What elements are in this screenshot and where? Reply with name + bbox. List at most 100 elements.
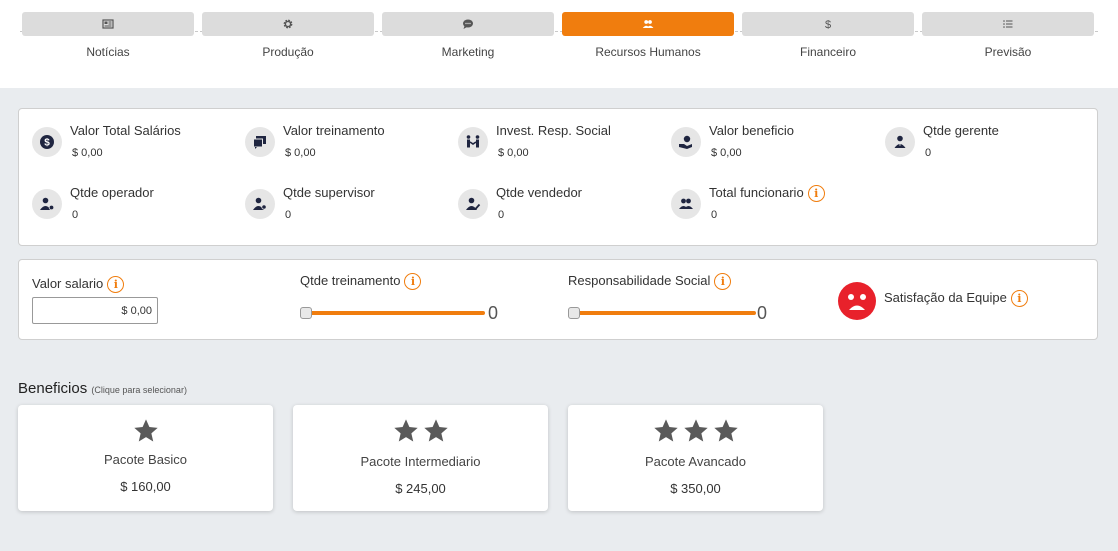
star-icon [653,419,678,442]
hr-controls-card: Valor salarioi Qtde treinamentoi 0 Respo… [18,259,1098,340]
stat-value: 0 [498,209,505,221]
tab-label: Recursos Humanos [595,45,701,59]
tab-noticias[interactable]: Notícias [22,12,194,72]
svg-text:$: $ [44,138,50,149]
package-price: $ 350,00 [670,481,721,496]
star-rating [18,417,273,445]
stat-title: Qtde supervisor [283,185,375,200]
svg-text:$: $ [825,19,831,30]
stat-title: Qtde vendedor [496,185,583,200]
stat-value: $ 0,00 [711,147,742,159]
stat-value: 0 [285,209,292,221]
info-icon[interactable]: i [404,273,422,291]
stat-title: Qtde gerente [923,123,999,138]
seller-icon [458,189,488,219]
stat-value: $ 0,00 [498,147,529,159]
manager-icon [885,127,915,157]
handshake-icon [458,127,488,157]
tab-marketing[interactable]: Marketing [382,12,554,72]
dollar-icon: $ [742,12,914,36]
package-name: Pacote Avancado [645,454,746,469]
stat-title: Qtde operador [70,185,154,200]
slider-track [304,311,485,315]
package-avancado-card[interactable]: Pacote Avancado $ 350,00 [568,405,823,511]
info-icon[interactable]: i [1010,290,1028,308]
stat-value: $ 0,00 [72,147,103,159]
salary-input[interactable] [32,297,158,324]
tab-label: Marketing [441,45,495,59]
training-label: Qtde treinamento i [300,273,422,291]
star-rating [293,417,548,445]
info-icon[interactable]: i [807,185,825,203]
star-rating [568,417,823,445]
slider-thumb[interactable] [568,307,580,319]
stat-qtde-gerente: Qtde gerente 0 [885,123,1085,163]
gear-icon [202,12,374,36]
stat-value: 0 [925,147,932,159]
benefits-hint: (Clique para selecionar) [91,385,187,395]
package-name: Pacote Intermediario [360,454,481,469]
training-slider[interactable] [300,302,485,322]
tab-producao[interactable]: Produção [202,12,374,72]
benefits-title-text: Beneficios [18,380,88,397]
stat-invest-resp-social: Invest. Resp. Social $ 0,00 [458,123,658,163]
stat-title-text: Total funcionario [709,185,804,200]
sad-face-icon [838,282,876,320]
package-price: $ 245,00 [395,481,446,496]
chat-icon [382,12,554,36]
training-icon [245,127,275,157]
slider-thumb[interactable] [300,307,312,319]
stat-value: 0 [711,209,718,221]
info-icon[interactable]: i [107,276,125,294]
tab-label: Financeiro [799,45,857,59]
stat-valor-treinamento: Valor treinamento $ 0,00 [245,123,445,163]
stat-title: Valor Total Salários [70,123,181,138]
social-label-text: Responsabilidade Social [568,273,711,288]
social-value: 0 [757,303,768,323]
info-icon[interactable]: i [714,273,732,291]
star-icon [393,419,418,442]
package-name: Pacote Basico [103,452,188,467]
star-icon [423,419,448,442]
top-nav: Notícias Produção Marketing Recursos Hum… [0,0,1118,88]
stat-title: Valor treinamento [283,123,385,138]
stat-title: Valor beneficio [709,123,795,138]
salary-label-text: Valor salario [32,276,104,291]
stat-valor-total-salarios: $ Valor Total Salários $ 0,00 [32,123,232,163]
stat-title: Invest. Resp. Social [496,123,611,138]
stat-value: 0 [72,209,79,221]
stat-qtde-operador: Qtde operador 0 [32,185,232,225]
stat-qtde-vendedor: Qtde vendedor 0 [458,185,658,225]
supervisor-icon [245,189,275,219]
stat-title: Total funcionario i [709,185,825,203]
training-value: 0 [488,303,499,323]
hr-stats-card: $ Valor Total Salários $ 0,00 Valor trei… [18,108,1098,246]
package-intermediario-card[interactable]: Pacote Intermediario $ 245,00 [293,405,548,511]
stat-qtde-supervisor: Qtde supervisor 0 [245,185,445,225]
operator-icon [32,189,62,219]
social-slider[interactable] [568,302,756,322]
hand-money-icon [671,127,701,157]
star-icon [683,419,708,442]
package-basico-card[interactable]: Pacote Basico $ 160,00 [18,405,273,511]
tab-label: Notícias [86,45,130,59]
list-icon [922,12,1094,36]
users-icon [562,12,734,36]
tab-previsao[interactable]: Previsão [922,12,1094,72]
satisfaction-label-text: Satisfação da Equipe [884,290,1007,305]
group-icon [671,189,701,219]
stat-valor-beneficio: Valor beneficio $ 0,00 [671,123,871,163]
stat-total-funcionario: Total funcionario i 0 [671,185,871,225]
star-icon [133,419,158,442]
tab-label: Produção [262,45,314,59]
satisfaction-label: Satisfação da Equipe i [884,290,1028,308]
tab-label: Previsão [984,45,1032,59]
dollar-circle-icon: $ [32,127,62,157]
tab-recursos-humanos[interactable]: Recursos Humanos [562,12,734,72]
stat-value: $ 0,00 [285,147,316,159]
newspaper-icon [22,12,194,36]
social-label: Responsabilidade Social i [568,273,732,291]
salary-label: Valor salario i [32,276,125,294]
tab-financeiro[interactable]: $ Financeiro [742,12,914,72]
benefits-title: Beneficios (Clique para selecionar) [18,380,187,397]
